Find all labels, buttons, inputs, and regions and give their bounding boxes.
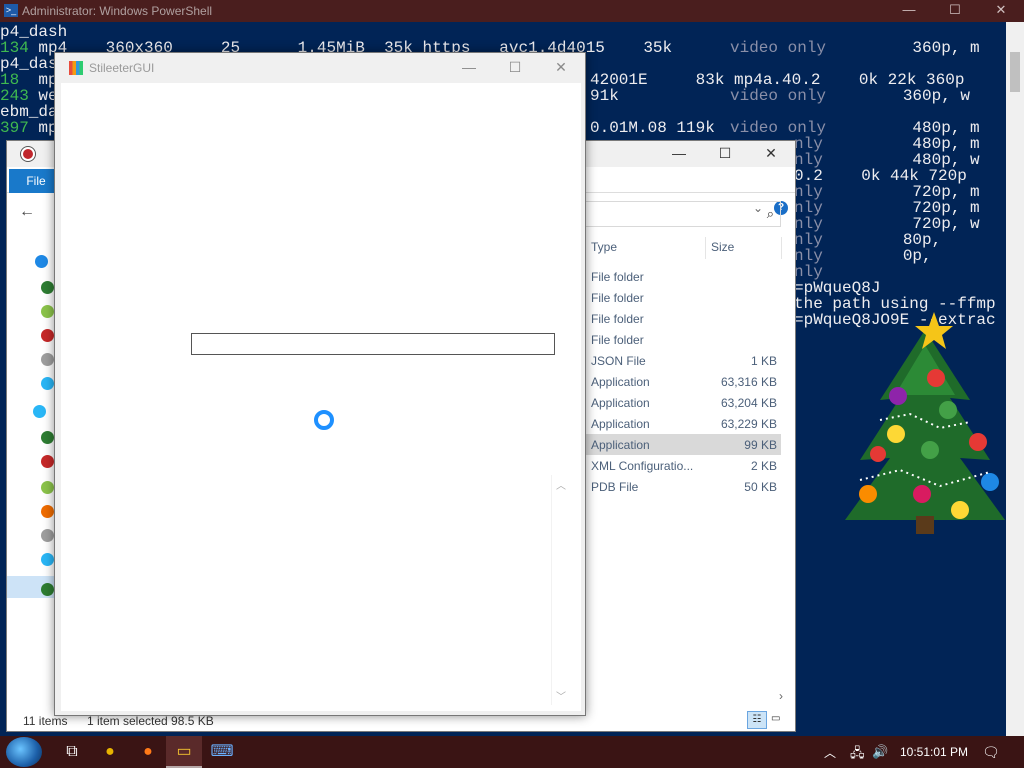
nav-item-icon[interactable] — [41, 377, 54, 390]
selection-info: 1 item selected 98.5 KB — [87, 714, 214, 728]
file-explorer-taskbar-icon[interactable]: ▭ — [166, 736, 202, 768]
file-type: File folder — [591, 291, 644, 305]
powershell-titlebar[interactable]: >_ Administrator: Windows PowerShell — ☐… — [0, 0, 1024, 22]
nav-item-icon[interactable] — [35, 255, 48, 268]
christmas-tree-decoration — [845, 312, 1005, 534]
nav-item-icon[interactable] — [41, 481, 54, 494]
action-center-icon[interactable]: 🗨 — [982, 744, 1000, 761]
list-scrollbar[interactable]: ︿ ﹀ — [551, 475, 569, 705]
file-type: JSON File — [591, 354, 646, 368]
console-line: ebm_da — [0, 103, 58, 121]
file-row[interactable]: File folder — [585, 329, 781, 350]
loading-spinner-icon — [314, 410, 334, 430]
nav-item-icon[interactable] — [41, 305, 54, 318]
console-line: p4_dash — [0, 23, 68, 41]
file-type: Application — [591, 438, 650, 452]
file-row[interactable]: File folder — [585, 308, 781, 329]
file-size: 63,229 KB — [720, 417, 777, 431]
start-button[interactable] — [6, 737, 42, 767]
powershell-minimize-button[interactable]: — — [886, 0, 932, 22]
nav-item-icon[interactable] — [41, 553, 54, 566]
app-maximize-button[interactable]: ☐ — [493, 57, 537, 79]
file-row[interactable]: Application 63,204 KB — [585, 392, 781, 413]
file-type: File folder — [591, 312, 644, 326]
nav-item-icon[interactable] — [41, 281, 54, 294]
file-size: 50 KB — [744, 480, 777, 494]
app-titlebar[interactable]: StileeterGUI — ☐ ✕ — [55, 53, 585, 83]
navigation-pane[interactable] — [7, 241, 59, 711]
app-close-button[interactable]: ✕ — [539, 57, 583, 79]
console-line: 18 mp 42001E 83k mp4a.40.2 0k 22k 360p — [0, 71, 965, 89]
powershell-icon: >_ — [4, 4, 18, 17]
powershell-title: Administrator: Windows PowerShell — [22, 4, 213, 18]
scroll-down-arrow-icon[interactable]: ﹀ — [556, 688, 566, 703]
details-view-button[interactable]: ☷ — [747, 711, 767, 729]
taskbar: ⧉ ● ● ▭ ⌨ ︿ 🖧 🔊 10:51:01 PM 🗨 — [0, 736, 1024, 768]
nav-item-icon[interactable] — [41, 329, 54, 342]
file-row[interactable]: Application 99 KB — [585, 434, 781, 455]
large-icons-view-button[interactable]: ▭ — [771, 713, 785, 727]
file-size: 63,316 KB — [720, 375, 777, 389]
column-type-header[interactable]: Type — [591, 240, 617, 254]
file-row[interactable]: File folder — [585, 266, 781, 287]
file-size: 2 KB — [750, 459, 777, 473]
file-type: XML Configuratio... — [591, 459, 694, 473]
nav-item-icon[interactable] — [41, 431, 54, 444]
url-input[interactable] — [191, 333, 555, 355]
app-client-area: ︿ ﹀ — [61, 83, 581, 711]
nav-item-icon[interactable] — [41, 455, 54, 468]
explorer-app-icon — [21, 147, 35, 161]
explorer-maximize-button[interactable]: ☐ — [703, 141, 747, 167]
file-size: 1 KB — [750, 354, 777, 368]
column-size-header[interactable]: Size — [711, 240, 734, 254]
firefox-taskbar-icon[interactable]: ● — [130, 736, 166, 768]
explorer-close-button[interactable]: ✕ — [749, 141, 793, 167]
file-row[interactable]: Application 63,316 KB — [585, 371, 781, 392]
app-minimize-button[interactable]: — — [447, 57, 491, 79]
file-type: File folder — [591, 270, 644, 284]
nav-item-icon[interactable] — [41, 505, 54, 518]
file-list[interactable]: File folder File folder File folder File fo… — [585, 266, 781, 497]
file-type: Application — [591, 375, 650, 389]
file-type: PDB File — [591, 480, 639, 494]
network-icon[interactable]: 🖧 — [850, 744, 865, 766]
console-line: p4_das — [0, 55, 58, 73]
app-title: StileeterGUI — [89, 61, 155, 75]
item-count: 11 items — [23, 714, 68, 728]
nav-item-icon[interactable] — [33, 405, 46, 418]
search-input[interactable]: ⌕ — [577, 201, 781, 227]
file-type: Application — [591, 417, 650, 431]
powershell-maximize-button[interactable]: ☐ — [932, 0, 978, 22]
powershell-taskbar-icon[interactable]: ⌨ — [204, 736, 240, 768]
show-hidden-icons-icon[interactable]: ︿ — [824, 744, 836, 761]
column-headers: Type Size — [585, 237, 785, 259]
file-row[interactable]: XML Configuratio... 2 KB — [585, 455, 781, 476]
search-icon: ⌕ — [766, 206, 774, 221]
scroll-right-arrow-icon[interactable]: › — [779, 689, 783, 703]
console-line: 243 we 91k video only 360p, w — [0, 87, 971, 105]
file-size: 99 KB — [744, 438, 777, 452]
nav-item-icon[interactable] — [41, 353, 54, 366]
app-icon — [69, 61, 83, 75]
file-type: Application — [591, 396, 650, 410]
scroll-up-arrow-icon[interactable]: ︿ — [556, 477, 566, 492]
chrome-taskbar-icon[interactable]: ● — [92, 736, 128, 768]
file-type: File folder — [591, 333, 644, 347]
file-row[interactable]: PDB File 50 KB — [585, 476, 781, 497]
volume-icon[interactable]: 🔊 — [872, 744, 888, 760]
explorer-minimize-button[interactable]: — — [657, 141, 701, 167]
app-window[interactable]: StileeterGUI — ☐ ✕ ︿ ﹀ — [54, 52, 586, 716]
file-row[interactable]: Application 63,229 KB — [585, 413, 781, 434]
file-size: 63,204 KB — [720, 396, 777, 410]
nav-item-icon[interactable] — [41, 583, 54, 596]
console-line: 397 mp 0.01M.08 119k video only 480p, m — [0, 119, 980, 137]
powershell-close-button[interactable]: ✕ — [978, 0, 1024, 22]
task-view-icon[interactable]: ⧉ — [54, 736, 90, 768]
nav-item-icon[interactable] — [41, 529, 54, 542]
clock[interactable]: 10:51:01 PM — [900, 745, 968, 759]
back-arrow-icon[interactable]: ← — [19, 203, 35, 221]
file-row[interactable]: File folder — [585, 287, 781, 308]
file-row[interactable]: JSON File 1 KB — [585, 350, 781, 371]
